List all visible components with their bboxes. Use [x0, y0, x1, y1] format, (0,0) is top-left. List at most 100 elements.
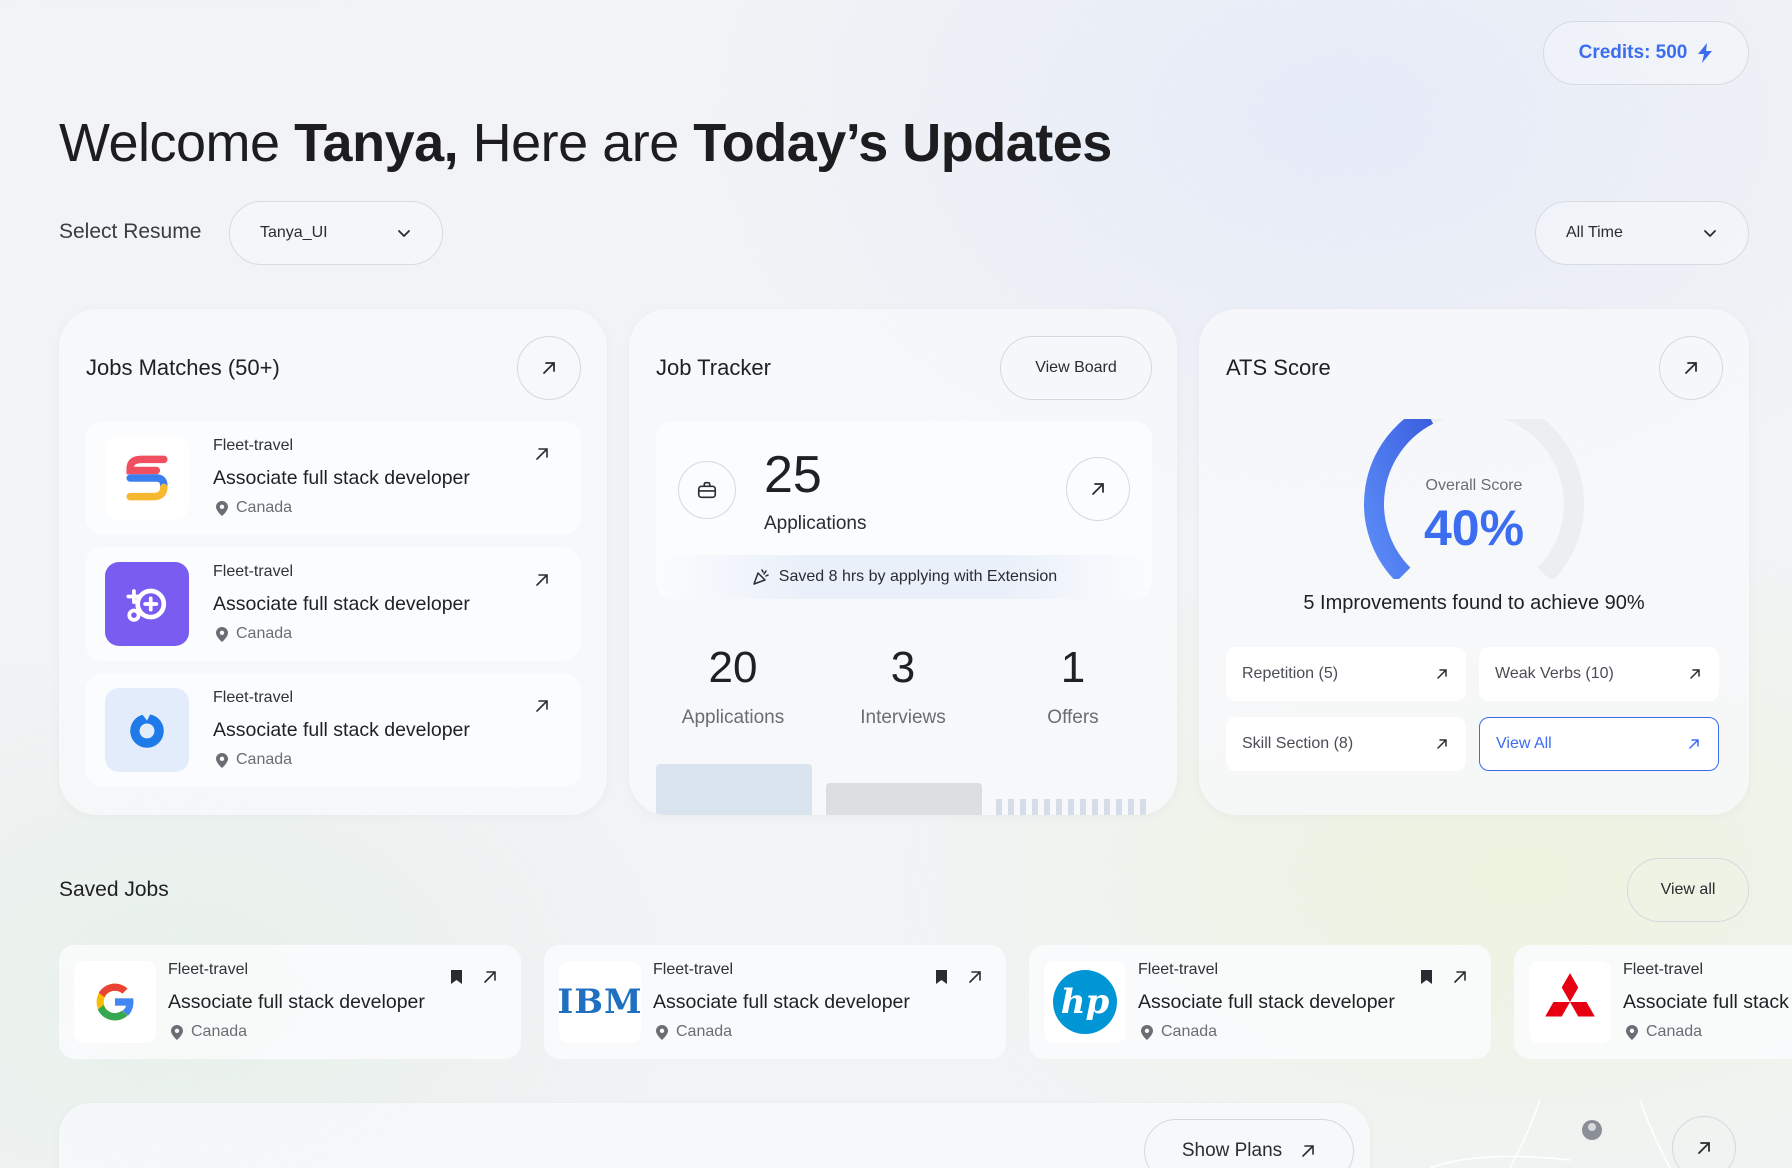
applications-open-button[interactable] [1066, 457, 1130, 521]
location-pin-icon [216, 752, 228, 768]
show-plans-button[interactable]: Show Plans [1144, 1119, 1354, 1168]
arrow-up-right-icon [1698, 1142, 1710, 1154]
chevron-down-icon [398, 230, 410, 237]
overall-score-value: 40% [1423, 500, 1525, 556]
arrow-up-right-icon[interactable] [1452, 969, 1468, 985]
job-tracker-card: Job Tracker View Board 25 Applications S… [629, 309, 1177, 815]
stat-offers: 1 Offers [1047, 643, 1099, 728]
location-pin-icon [216, 626, 228, 642]
job-matches-open-button[interactable] [517, 336, 581, 400]
lightning-icon [1698, 43, 1713, 63]
skill-section-chip[interactable]: Skill Section (8) [1226, 717, 1466, 771]
time-range-dropdown[interactable]: All Time [1535, 201, 1749, 265]
bookmark-icon[interactable] [450, 969, 463, 985]
arrow-up-right-icon [1437, 669, 1447, 679]
arrow-up-right-icon [1690, 669, 1700, 679]
job-match-item[interactable]: Fleet-travel Associate full stack develo… [85, 421, 581, 535]
improvements-text: 5 Improvements found to achieve 90% [1303, 592, 1645, 614]
arrow-up-right-icon [1689, 739, 1699, 749]
total-applications-label: Applications [764, 513, 867, 534]
ats-score-title: ATS Score [1226, 355, 1331, 380]
repetition-chip[interactable]: Repetition (5) [1226, 647, 1466, 701]
arrow-up-right-icon [1437, 739, 1447, 749]
job-location: Canada [1626, 1023, 1702, 1041]
stat-applications: 20 Applications [681, 643, 785, 728]
job-match-item[interactable]: Fleet-travel Associate full stack develo… [85, 673, 581, 787]
company-name: Fleet-travel [1623, 961, 1704, 978]
arrow-up-right-icon[interactable] [967, 969, 983, 985]
mitsubishi-logo [1529, 961, 1611, 1043]
job-matches-title: Jobs Matches (50+) [86, 355, 280, 380]
location-pin-icon [216, 500, 228, 516]
saved-time-note: Saved 8 hrs by applying with Extension [656, 555, 1152, 599]
job-match-item[interactable]: Fleet-travel Associate full stack develo… [85, 547, 581, 661]
job-role: Associate full stack developer [213, 467, 470, 489]
location-pin-icon [656, 1024, 668, 1040]
time-range-value: All Time [1566, 224, 1623, 241]
saved-jobs-title: Saved Jobs [59, 878, 169, 901]
multicolor-s-logo [105, 436, 189, 520]
applications-bar [656, 764, 812, 815]
bookmark-icon[interactable] [1420, 969, 1433, 985]
saved-job-card[interactable]: Fleet-travel Associate full stack develo… [59, 945, 521, 1059]
arrow-up-right-icon [1302, 1145, 1314, 1157]
chevron-down-icon [1704, 230, 1716, 237]
view-board-button[interactable]: View Board [1000, 336, 1152, 400]
saved-job-card[interactable]: IBM Fleet-travel Associate full stack de… [544, 945, 1006, 1059]
company-name: Fleet-travel [168, 961, 249, 978]
saved-job-card[interactable]: Fleet-travel Associate full stack Canada [1514, 945, 1792, 1059]
select-resume-label: Select Resume [59, 220, 202, 243]
stat-interviews: 3 Interviews [860, 643, 946, 728]
job-location: Canada [656, 1023, 732, 1041]
arrow-up-right-icon [543, 362, 555, 374]
party-popper-icon [753, 569, 769, 585]
job-location: Canada [216, 625, 292, 643]
job-tracker-title: Job Tracker [656, 355, 771, 380]
arrow-up-right-icon [1092, 483, 1104, 495]
gamepad-logo [105, 562, 189, 646]
location-pin-icon [1626, 1024, 1638, 1040]
job-role: Associate full stack developer [168, 991, 425, 1013]
job-matches-card: Jobs Matches (50+) Fleet-travel Associat… [59, 309, 607, 815]
arrow-up-right-icon[interactable] [482, 969, 498, 985]
plans-card: Show Plans [59, 1103, 1370, 1168]
ats-score-card: ATS Score Overall Score 40% 5 Improvemen… [1199, 309, 1749, 815]
job-role: Associate full stack [1623, 991, 1789, 1013]
google-logo [74, 961, 156, 1043]
credits-label: Credits: 500 [1578, 42, 1688, 63]
arrow-up-right-icon[interactable] [534, 572, 550, 588]
arrow-up-right-icon[interactable] [534, 698, 550, 714]
company-name: Fleet-travel [213, 689, 294, 706]
resume-dropdown-value: Tanya_UI [260, 224, 328, 241]
hp-logo: hp [1044, 961, 1126, 1043]
company-name: Fleet-travel [1138, 961, 1219, 978]
location-pin-icon [1141, 1024, 1153, 1040]
ibm-logo: IBM [557, 961, 642, 1043]
saved-job-card[interactable]: hp Fleet-travel Associate full stack dev… [1029, 945, 1491, 1059]
company-name: Fleet-travel [213, 563, 294, 580]
job-location: Canada [216, 751, 292, 769]
page-title: Welcome Tanya, Here are Today’s Updates [59, 113, 1112, 173]
offers-bar [996, 799, 1152, 815]
blue-circle-logo [105, 688, 189, 772]
location-pin-icon [171, 1024, 183, 1040]
weak-verbs-chip[interactable]: Weak Verbs (10) [1479, 647, 1719, 701]
arrow-up-right-icon [1685, 362, 1697, 374]
resume-dropdown[interactable]: Tanya_UI [229, 201, 443, 265]
bookmark-icon[interactable] [935, 969, 948, 985]
job-location: Canada [171, 1023, 247, 1041]
job-role: Associate full stack developer [653, 991, 910, 1013]
ats-open-button[interactable] [1659, 336, 1723, 400]
credits-button[interactable]: Credits: 500 [1543, 21, 1749, 85]
job-location: Canada [216, 499, 292, 517]
company-name: Fleet-travel [653, 961, 734, 978]
job-role: Associate full stack developer [1138, 991, 1395, 1013]
interviews-bar [826, 783, 982, 815]
job-location: Canada [1141, 1023, 1217, 1041]
arrow-up-right-icon[interactable] [534, 446, 550, 462]
job-role: Associate full stack developer [213, 719, 470, 741]
view-all-chip[interactable]: View All [1479, 717, 1719, 771]
job-role: Associate full stack developer [213, 593, 470, 615]
total-applications-value: 25 [764, 446, 822, 504]
saved-jobs-view-all-button[interactable]: View all [1627, 858, 1749, 922]
